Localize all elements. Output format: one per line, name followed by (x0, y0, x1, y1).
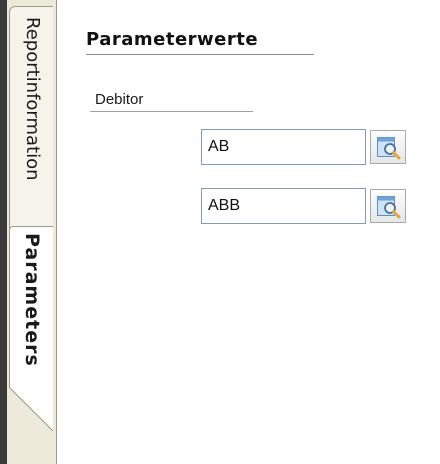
window-left-edge (0, 0, 7, 464)
tab-reportinformation-label: Reportinformation (21, 17, 43, 181)
tab-corner-slant (9, 387, 53, 431)
report-parameter-window: Reportinformation Parameters Parameterwe… (0, 0, 440, 464)
tab-reportinformation[interactable]: Reportinformation (9, 6, 53, 234)
parameter-panel: Parameterwerte Debitor (57, 0, 440, 464)
tab-parameters[interactable]: Parameters (9, 226, 53, 431)
lookup-button-1[interactable] (370, 130, 406, 164)
tab-parameters-label: Parameters (20, 233, 43, 367)
title-underline (86, 54, 314, 55)
lookup-magnifier-icon (377, 196, 401, 219)
debitor-label: Debitor (95, 91, 144, 108)
label-underline (90, 111, 253, 112)
lookup-button-2[interactable] (370, 189, 406, 223)
debitor-value-input-2[interactable] (201, 188, 366, 224)
debitor-value-input-1[interactable] (201, 129, 366, 165)
page-title: Parameterwerte (86, 29, 259, 50)
lookup-magnifier-icon (377, 137, 401, 160)
